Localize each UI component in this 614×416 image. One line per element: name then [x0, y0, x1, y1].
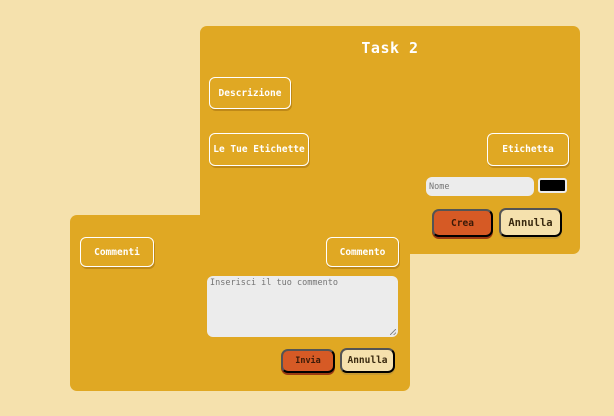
send-comment-button[interactable]: Invia	[281, 349, 335, 373]
task-title: Task 2	[361, 39, 419, 57]
label-color-picker[interactable]	[538, 178, 567, 193]
comment-textarea-wrapper	[207, 276, 398, 337]
comments-panel: Commenti Commento Invia Annulla	[70, 215, 410, 391]
description-button[interactable]: Descrizione	[209, 77, 291, 109]
cancel-comment-button[interactable]: Annulla	[340, 348, 395, 373]
add-comment-button[interactable]: Commento	[326, 237, 399, 267]
add-label-button[interactable]: Etichetta	[487, 133, 569, 166]
cancel-label-button[interactable]: Annulla	[499, 208, 562, 237]
resize-grip-icon[interactable]	[390, 329, 396, 335]
your-labels-button[interactable]: Le Tue Etichette	[209, 133, 309, 166]
create-label-button[interactable]: Crea	[432, 209, 493, 237]
comment-textarea[interactable]	[207, 276, 398, 337]
label-name-input[interactable]	[426, 177, 534, 196]
comments-button[interactable]: Commenti	[80, 237, 154, 267]
